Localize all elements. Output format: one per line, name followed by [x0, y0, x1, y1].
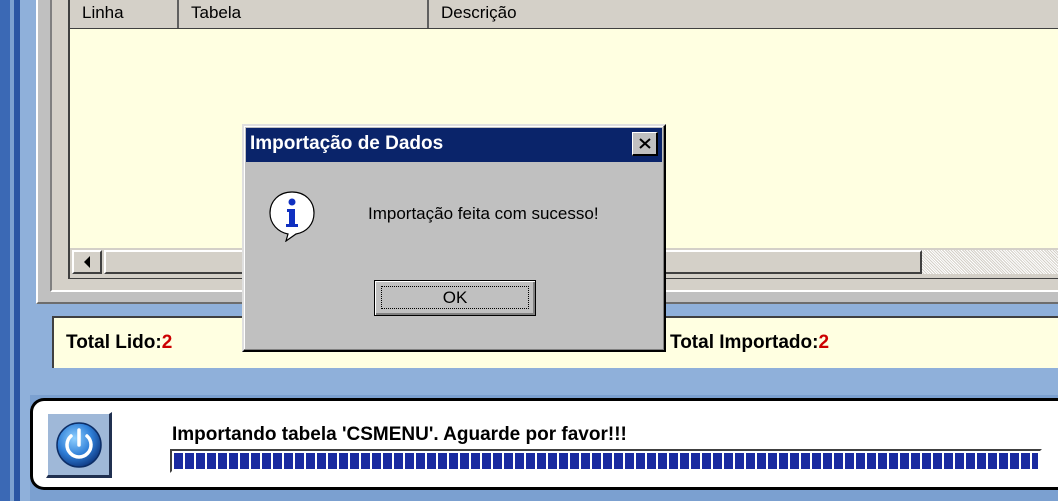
progress-fill — [174, 453, 1038, 469]
power-button[interactable] — [46, 412, 112, 478]
dialog-close-button[interactable] — [632, 132, 658, 156]
frame-gap — [20, 0, 30, 501]
info-icon — [269, 191, 315, 242]
scroll-left-button[interactable] — [72, 250, 102, 274]
column-header-tabela[interactable]: Tabela — [179, 0, 429, 28]
separator — [30, 385, 1058, 395]
ok-button[interactable]: OK — [374, 280, 536, 316]
dialog-title-bar[interactable]: Importação de Dados — [246, 128, 662, 162]
total-importado-label: Total Importado: — [670, 332, 819, 353]
total-importado: Total Importado:2 — [670, 332, 829, 354]
progress-bar — [170, 449, 1042, 473]
dialog-title: Importação de Dados — [250, 133, 444, 154]
total-lido-value: 2 — [161, 332, 173, 353]
dialog-message: Importação feita com sucesso! — [368, 204, 599, 223]
close-icon — [638, 138, 651, 149]
total-lido: Total Lido:2 — [66, 332, 172, 354]
scroll-track[interactable] — [922, 250, 1058, 274]
arrow-left-icon — [84, 256, 90, 268]
power-icon — [55, 421, 102, 468]
total-lido-label: Total Lido: — [66, 332, 162, 353]
status-message: Importando tabela 'CSMENU'. Aguarde por … — [172, 424, 627, 445]
focus-rectangle — [381, 286, 529, 309]
grid-header: Linha Tabela Descrição — [70, 0, 1058, 29]
column-header-descricao[interactable]: Descrição — [429, 0, 1058, 28]
column-header-linha[interactable]: Linha — [70, 0, 179, 28]
import-dialog: Importação de Dados Importação feita com… — [242, 124, 666, 352]
total-importado-value: 2 — [818, 332, 830, 353]
window-left-border — [0, 0, 10, 501]
